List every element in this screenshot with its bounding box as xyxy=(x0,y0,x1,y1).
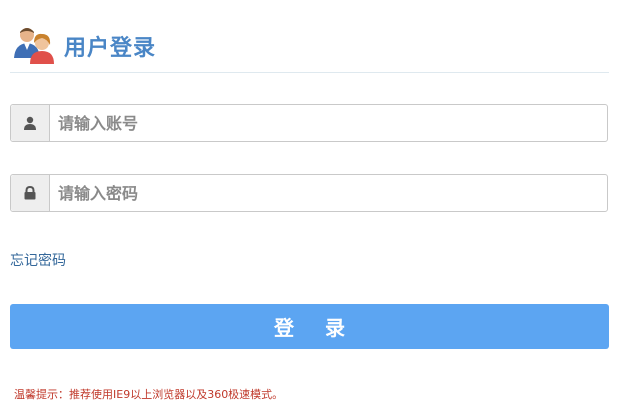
login-page: 用户登录 忘记密码 登 录 温馨提示：推荐使用IE9以上浏览器以及360极速模式… xyxy=(0,0,626,405)
password-addon xyxy=(11,175,50,211)
browser-tip: 温馨提示：推荐使用IE9以上浏览器以及360极速模式。 xyxy=(14,388,284,401)
user-icon xyxy=(24,116,36,130)
password-input[interactable] xyxy=(50,175,606,211)
page-title: 用户登录 xyxy=(64,36,157,61)
login-header: 用户登录 xyxy=(10,24,609,73)
username-field xyxy=(10,104,608,142)
lock-icon xyxy=(24,186,36,200)
login-button[interactable]: 登 录 xyxy=(10,304,609,349)
forgot-password-link[interactable]: 忘记密码 xyxy=(10,250,66,270)
password-field xyxy=(10,174,608,212)
username-addon xyxy=(11,105,50,141)
users-icon xyxy=(14,28,54,64)
username-input[interactable] xyxy=(50,105,606,141)
